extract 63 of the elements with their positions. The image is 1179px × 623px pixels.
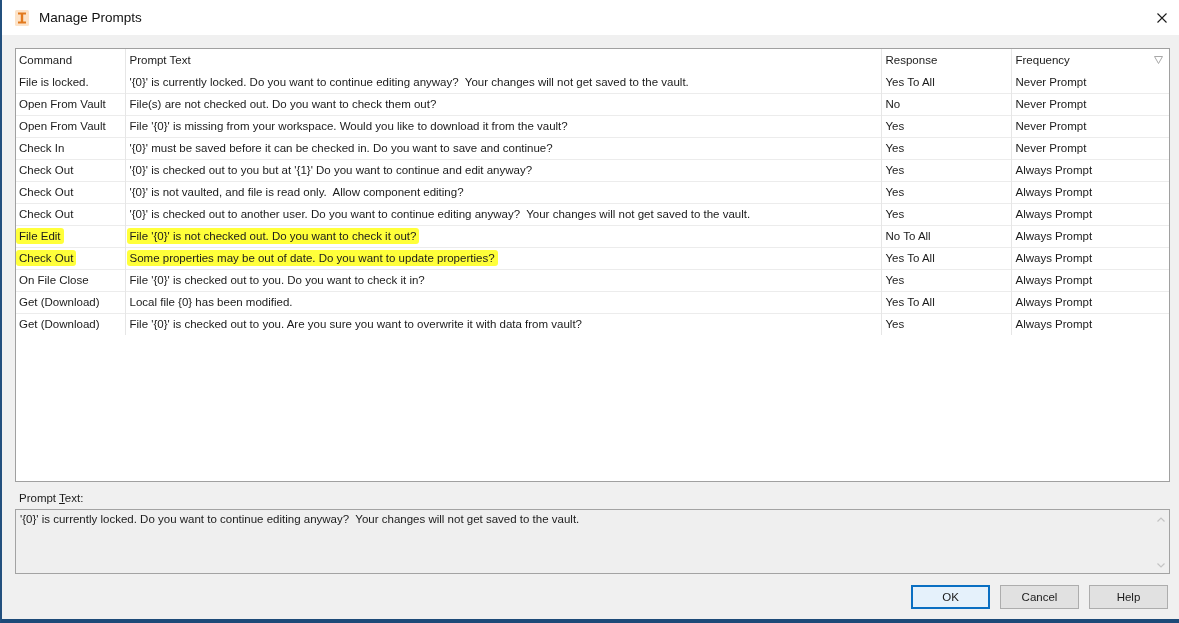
table-cell: Always Prompt <box>1011 203 1169 225</box>
table-cell: Never Prompt <box>1011 93 1169 115</box>
table-cell: Yes <box>881 137 1011 159</box>
column-header[interactable]: Response <box>881 49 1011 71</box>
table-cell: '{0}' is not vaulted, and file is read only. Allow component editing? <box>125 181 881 203</box>
table-cell: Yes <box>881 269 1011 291</box>
table-cell: File(s) are not checked out. Do you want to check them out? <box>125 93 881 115</box>
table-cell: Some properties may be out of date. Do you want to update properties? <box>125 247 881 269</box>
table-cell: Always Prompt <box>1011 269 1169 291</box>
dialog-button[interactable]: OK <box>911 585 990 609</box>
window-title: Manage Prompts <box>39 10 142 25</box>
table-cell: Always Prompt <box>1011 225 1169 247</box>
close-icon <box>1157 12 1167 23</box>
table-cell: File is locked. <box>16 71 125 93</box>
table-cell: Get (Download) <box>16 313 125 335</box>
table-cell: Always Prompt <box>1011 247 1169 269</box>
table-cell: File '{0}' is not checked out. Do you want to check it out? <box>125 225 881 247</box>
table-cell: File Edit <box>16 225 125 247</box>
table-cell: Check Out <box>16 247 125 269</box>
table-cell: Open From Vault <box>16 93 125 115</box>
table-cell: Check In <box>16 137 125 159</box>
table-cell: Never Prompt <box>1011 137 1169 159</box>
table-cell: '{0}' is currently locked. Do you want to continue editing anyway? Your changes will not get saved to the vault. <box>125 71 881 93</box>
table-cell: Yes <box>881 313 1011 335</box>
column-header[interactable]: Frequency <box>1011 49 1169 71</box>
table-cell: Yes To All <box>881 291 1011 313</box>
chevron-down-icon[interactable] <box>1156 563 1165 568</box>
dialog-button[interactable]: Cancel <box>1000 585 1079 609</box>
table-cell: Always Prompt <box>1011 181 1169 203</box>
prompt-text-field[interactable]: '{0}' is currently locked. Do you want to continue editing anyway? Your changes will not get saved to the vault. <box>15 509 1170 574</box>
table-cell: Yes <box>881 159 1011 181</box>
close-button[interactable] <box>1157 12 1167 23</box>
table-cell: Yes <box>881 181 1011 203</box>
table-cell: Never Prompt <box>1011 71 1169 93</box>
table-cell: Never Prompt <box>1011 115 1169 137</box>
table-cell: Always Prompt <box>1011 159 1169 181</box>
i-beam-icon <box>15 9 29 26</box>
table-cell: No To All <box>881 225 1011 247</box>
dialog-button[interactable]: Help <box>1089 585 1168 609</box>
table-cell: '{0}' is checked out to another user. Do you want to continue editing anyway? Your changes will not get saved to the vault. <box>125 203 881 225</box>
column-header[interactable]: Command <box>16 49 125 71</box>
table-cell: Check Out <box>16 203 125 225</box>
table-cell: Local file {0} has been modified. <box>125 291 881 313</box>
table-cell: Check Out <box>16 159 125 181</box>
table-cell: Yes <box>881 203 1011 225</box>
table-cell: Check Out <box>16 181 125 203</box>
table-cell: '{0}' must be saved before it can be checked in. Do you want to save and continue? <box>125 137 881 159</box>
table-cell: Yes <box>881 115 1011 137</box>
table-cell: File '{0}' is missing from your workspace. Would you like to download it from the vault? <box>125 115 881 137</box>
table-cell: File '{0}' is checked out to you. Are you sure you want to overwrite it with data from vault? <box>125 313 881 335</box>
chevron-up-icon[interactable] <box>1156 517 1165 522</box>
column-header[interactable]: Prompt Text <box>125 49 881 71</box>
table-cell: On File Close <box>16 269 125 291</box>
table-cell: Get (Download) <box>16 291 125 313</box>
table-cell: No <box>881 93 1011 115</box>
table-cell: Open From Vault <box>16 115 125 137</box>
table-cell: '{0}' is checked out to you but at '{1}' Do you want to continue and edit anyway? <box>125 159 881 181</box>
table-cell: File '{0}' is checked out to you. Do you want to check it in? <box>125 269 881 291</box>
table-cell: Yes To All <box>881 71 1011 93</box>
field-label: Prompt Text: <box>18 491 85 506</box>
table-cell: Yes To All <box>881 247 1011 269</box>
table-cell: Always Prompt <box>1011 291 1169 313</box>
table-cell: Always Prompt <box>1011 313 1169 335</box>
